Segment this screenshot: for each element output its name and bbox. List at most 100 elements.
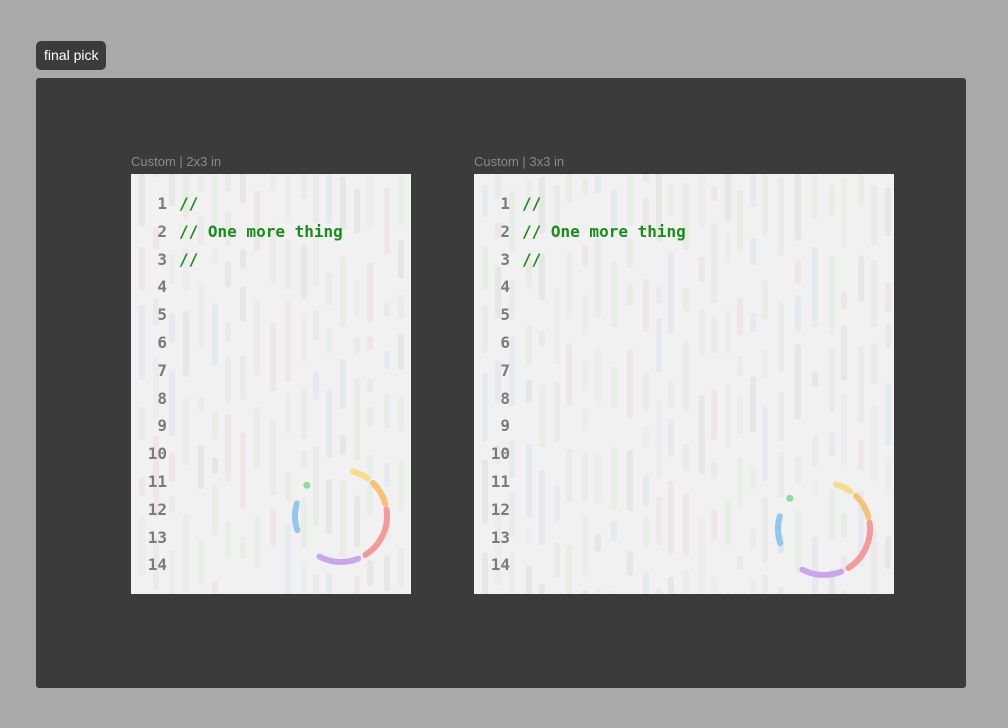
- rain-streak: [656, 587, 662, 594]
- rain-streak: [858, 174, 864, 207]
- code-line: 12: [474, 496, 686, 524]
- line-number: 2: [500, 221, 510, 241]
- line-number: 7: [157, 360, 167, 380]
- rain-streak: [795, 259, 801, 285]
- rain-streak: [699, 174, 705, 229]
- code-line: 5: [474, 301, 686, 329]
- ring-dot: [786, 494, 794, 502]
- code-text: //: [179, 194, 199, 213]
- line-number: 11: [490, 471, 510, 491]
- rain-streak: [711, 223, 717, 304]
- rain-streak: [737, 395, 743, 434]
- code-line: 6: [474, 329, 686, 357]
- rain-streak: [725, 174, 731, 222]
- rain-streak: [750, 238, 756, 266]
- rain-streak: [885, 187, 891, 237]
- rain-streak: [595, 587, 601, 594]
- rain-streak: [582, 589, 588, 594]
- rain-streak: [841, 325, 847, 382]
- ring-arc: [845, 519, 873, 572]
- rain-streak: [795, 343, 801, 420]
- rain-streak: [841, 177, 847, 249]
- line-number: 3: [157, 249, 167, 269]
- line-number: 14: [147, 555, 167, 575]
- line-number: 8: [157, 388, 167, 408]
- rain-streak: [398, 239, 404, 279]
- code-block: 1 // 2 // One more thing 3 // 4 5 6 7 8 9 10 11 12 13 14: [474, 190, 686, 579]
- code-line: 11: [474, 468, 686, 496]
- rain-streak: [841, 393, 847, 466]
- artboard-2x3[interactable]: 1 // 2 // One more thing 3 // 4 5 6 7 8 9 10 11 12 13 14: [131, 174, 411, 594]
- rain-streak: [384, 394, 390, 430]
- ring-arc: [832, 481, 854, 495]
- rain-streak: [778, 176, 784, 257]
- ring-dot: [303, 481, 311, 489]
- ring-arc: [292, 500, 301, 534]
- rain-streak: [398, 396, 404, 433]
- rain-streak: [858, 255, 864, 302]
- rain-streak: [750, 527, 756, 550]
- rain-streak: [611, 590, 617, 594]
- rain-streak: [725, 232, 731, 262]
- rain-streak: [354, 188, 360, 234]
- code-line: 7: [131, 357, 343, 385]
- rain-streak: [750, 174, 756, 208]
- artboard-3x3[interactable]: 1 // 2 // One more thing 3 // 4 5 6 7 8 9 10 11 12 13 14: [474, 174, 894, 594]
- line-number: 9: [500, 416, 510, 436]
- line-number: 8: [500, 388, 510, 408]
- artboard-label-2x3[interactable]: Custom | 2x3 in: [131, 154, 221, 169]
- code-line: 4: [474, 273, 686, 301]
- rain-streak: [725, 592, 731, 594]
- ring-arc: [775, 513, 784, 547]
- code-line: 1 //: [131, 190, 343, 218]
- code-line: 9: [131, 412, 343, 440]
- rain-streak: [699, 394, 705, 475]
- rain-streak: [829, 183, 835, 217]
- frame-tag[interactable]: final pick: [36, 41, 107, 70]
- line-number: 1: [500, 194, 510, 213]
- rain-streak: [795, 295, 801, 333]
- rain-streak: [367, 336, 373, 351]
- artboard-label-3x3[interactable]: Custom | 3x3 in: [474, 154, 564, 169]
- rain-streak: [725, 498, 731, 546]
- rain-streak: [354, 278, 360, 318]
- rain-streak: [750, 579, 756, 594]
- line-number: 14: [490, 555, 510, 575]
- line-number: 9: [157, 416, 167, 436]
- rain-streak: [643, 174, 649, 183]
- rain-streak: [725, 383, 731, 449]
- rain-streak: [737, 189, 743, 251]
- code-text: //: [522, 249, 542, 269]
- rain-streak: [858, 345, 864, 424]
- code-line: 13: [474, 524, 686, 552]
- code-line: 1 //: [474, 190, 686, 218]
- rain-streak: [829, 347, 835, 414]
- rain-streak: [354, 336, 360, 355]
- code-line: 2 // One more thing: [131, 218, 342, 246]
- ring-arc: [799, 566, 845, 578]
- rain-streak: [737, 355, 743, 377]
- code-line: 2 // One more thing: [474, 218, 685, 246]
- rain-streak: [367, 174, 373, 229]
- rain-streak: [841, 290, 847, 310]
- code-line: 7: [474, 357, 686, 385]
- rain-streak: [778, 391, 784, 442]
- rain-streak: [812, 246, 818, 328]
- rain-streak: [871, 184, 877, 246]
- rain-streak: [737, 456, 743, 507]
- rain-streak: [711, 317, 717, 354]
- rain-streak: [762, 174, 768, 237]
- rain-streak: [711, 576, 717, 594]
- code-line: 4: [131, 273, 343, 301]
